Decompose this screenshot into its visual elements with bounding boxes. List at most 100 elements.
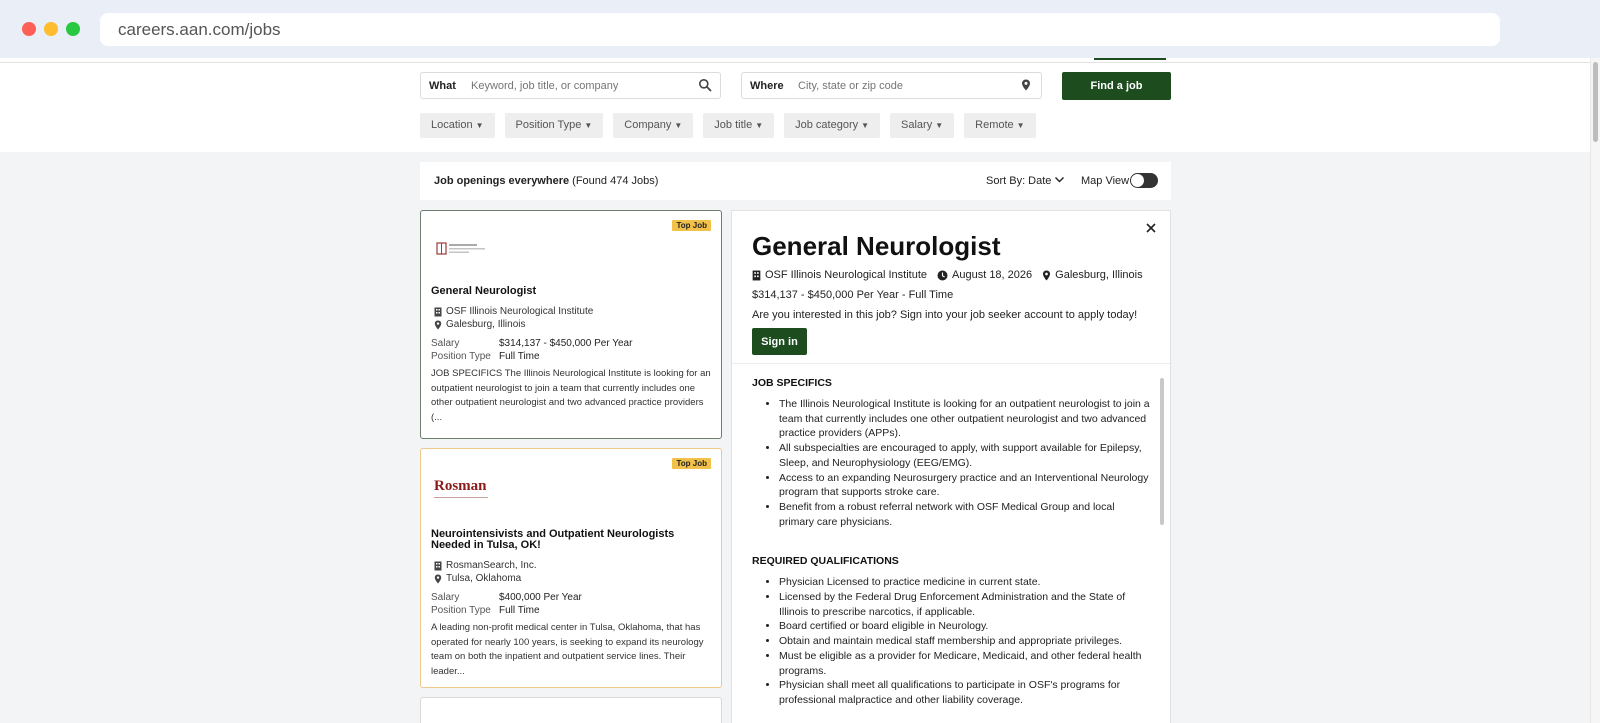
list-item: Physician Licensed to practice medicine … bbox=[779, 575, 1150, 590]
results-summary: Job openings everywhere (Found 474 Jobs) bbox=[434, 175, 658, 187]
detail-company: OSF Illinois Neurological Institute bbox=[752, 269, 927, 281]
caret-down-icon: ▼ bbox=[584, 121, 593, 130]
list-item: Benefit from a robust referral network w… bbox=[779, 500, 1150, 529]
section-heading: JOB SPECIFICS bbox=[752, 377, 832, 389]
results-bar: Job openings everywhere (Found 474 Jobs)… bbox=[420, 162, 1171, 200]
map-pin-icon bbox=[434, 320, 442, 329]
list-item: Access to an expanding Neurosurgery prac… bbox=[779, 471, 1150, 500]
salary-row: Salary $314,137 - $450,000 Per Year bbox=[431, 338, 632, 349]
salary-value: $314,137 - $450,000 Per Year bbox=[499, 338, 633, 349]
location-text: Tulsa, Oklahoma bbox=[446, 573, 522, 584]
nav-active-indicator bbox=[1094, 58, 1166, 60]
close-window-icon[interactable] bbox=[22, 22, 36, 36]
maximize-window-icon[interactable] bbox=[66, 22, 80, 36]
filter-remote[interactable]: Remote ▼ bbox=[964, 113, 1036, 138]
detail-scrollbar[interactable] bbox=[1160, 378, 1164, 525]
position-type-label: Position Type bbox=[431, 605, 491, 616]
map-pin-icon[interactable] bbox=[1019, 78, 1033, 92]
section-heading: REQUIRED QUALIFICATIONS bbox=[752, 555, 899, 568]
building-icon bbox=[434, 307, 442, 316]
toggle-knob bbox=[1131, 174, 1144, 187]
job-description: JOB SPECIFICS The Illinois Neurological … bbox=[431, 368, 711, 424]
filter-job-title[interactable]: Job title ▼ bbox=[703, 113, 775, 138]
filter-label: Location bbox=[431, 119, 473, 131]
caret-down-icon: ▼ bbox=[935, 121, 944, 130]
company-name: RosmanSearch, Inc. bbox=[446, 560, 537, 571]
top-job-badge: Top Job bbox=[672, 220, 711, 231]
filter-bar: Location ▼ Position Type ▼ Company ▼ Job ti… bbox=[420, 113, 1036, 138]
job-company: RosmanSearch, Inc. bbox=[434, 560, 537, 571]
list-item: Must be eligible as a provider for Medic… bbox=[779, 649, 1150, 678]
detail-company-name: OSF Illinois Neurological Institute bbox=[765, 269, 928, 281]
filter-position-type[interactable]: Position Type ▼ bbox=[504, 113, 604, 138]
job-card[interactable] bbox=[420, 697, 722, 723]
results-title: Job openings everywhere bbox=[434, 175, 570, 187]
map-pin-icon bbox=[1043, 270, 1051, 280]
address-bar[interactable]: careers.aan.com/jobs bbox=[100, 13, 1500, 46]
filter-label: Salary bbox=[901, 119, 933, 131]
salary-label: Salary bbox=[431, 338, 460, 349]
filter-label: Company bbox=[624, 119, 672, 131]
filter-job-category[interactable]: Job category ▼ bbox=[784, 113, 881, 138]
close-icon[interactable] bbox=[1144, 221, 1158, 235]
where-search-input[interactable] bbox=[798, 74, 1018, 97]
salary-value: $400,000 Per Year bbox=[499, 592, 582, 603]
sort-dropdown[interactable]: Sort By: Date bbox=[986, 175, 1051, 187]
filter-salary[interactable]: Salary ▼ bbox=[890, 113, 955, 138]
where-search-box: Where bbox=[741, 72, 1042, 99]
what-search-input[interactable] bbox=[471, 74, 691, 97]
job-title[interactable]: Neurointensivists and Outpatient Neurolo… bbox=[431, 529, 713, 551]
filter-location[interactable]: Location ▼ bbox=[420, 113, 495, 138]
find-job-button[interactable]: Find a job bbox=[1062, 72, 1171, 100]
map-view-toggle[interactable] bbox=[1130, 173, 1158, 188]
header-divider bbox=[0, 62, 1590, 63]
filter-label: Remote bbox=[975, 119, 1014, 131]
map-view-label: Map View bbox=[1081, 175, 1130, 187]
qualifications-list: Physician Licensed to practice medicine … bbox=[752, 575, 1150, 707]
company-logo bbox=[436, 242, 485, 255]
position-type-row: Position Type Full Time bbox=[431, 605, 540, 616]
job-detail-panel: General Neurologist OSF Illinois Neurolo… bbox=[731, 210, 1171, 723]
job-card[interactable]: Top Job General Neurologist OSF Illinois… bbox=[420, 210, 722, 439]
detail-apply-prompt: Are you interested in this job? Sign int… bbox=[752, 309, 1138, 321]
browser-chrome: careers.aan.com/jobs bbox=[0, 0, 1600, 58]
position-type-value: Full Time bbox=[499, 605, 540, 616]
salary-row: Salary $400,000 Per Year bbox=[431, 592, 582, 603]
caret-down-icon: ▼ bbox=[755, 121, 764, 130]
detail-date: August 18, 2026 bbox=[937, 269, 1032, 281]
job-specifics-list: The Illinois Neurological Institute is l… bbox=[752, 397, 1150, 529]
chevron-down-icon[interactable] bbox=[1054, 174, 1065, 185]
filter-label: Job title bbox=[714, 119, 753, 131]
detail-meta: OSF Illinois Neurological Institute Augu… bbox=[752, 269, 1153, 281]
detail-location-text: Galesburg, Illinois bbox=[1055, 269, 1143, 281]
minimize-window-icon[interactable] bbox=[44, 22, 58, 36]
list-item: Physician shall meet all qualifications … bbox=[779, 678, 1150, 707]
logo-text: Rosman bbox=[434, 478, 487, 494]
position-type-value: Full Time bbox=[499, 351, 540, 362]
filter-label: Position Type bbox=[515, 119, 582, 131]
what-label: What bbox=[429, 80, 456, 92]
page-scrollbar-thumb[interactable] bbox=[1593, 62, 1598, 142]
results-count: (Found 474 Jobs) bbox=[572, 175, 659, 187]
caret-down-icon: ▼ bbox=[861, 121, 870, 130]
what-search-box: What bbox=[420, 72, 721, 99]
sign-in-button[interactable]: Sign in bbox=[752, 328, 807, 355]
job-description: A leading non-profit medical center in T… bbox=[431, 622, 704, 678]
caret-down-icon: ▼ bbox=[674, 121, 683, 130]
detail-divider bbox=[732, 363, 1170, 364]
position-type-row: Position Type Full Time bbox=[431, 351, 540, 362]
logo-underline bbox=[434, 497, 488, 498]
job-title[interactable]: General Neurologist bbox=[431, 286, 713, 297]
caret-down-icon: ▼ bbox=[475, 121, 484, 130]
where-label: Where bbox=[750, 80, 784, 92]
search-icon[interactable] bbox=[698, 78, 712, 92]
list-item: Licensed by the Federal Drug Enforcement… bbox=[779, 590, 1150, 619]
detail-date-text: August 18, 2026 bbox=[952, 269, 1033, 281]
filter-company[interactable]: Company ▼ bbox=[613, 113, 694, 138]
job-company: OSF Illinois Neurological Institute bbox=[434, 306, 593, 317]
list-item: Obtain and maintain medical staff member… bbox=[779, 634, 1150, 649]
job-card[interactable]: Top Job Rosman Neurointensivists and Out… bbox=[420, 448, 722, 688]
building-icon bbox=[752, 270, 761, 280]
page-scrollbar[interactable] bbox=[1590, 58, 1600, 723]
company-logo: Rosman bbox=[434, 479, 504, 498]
